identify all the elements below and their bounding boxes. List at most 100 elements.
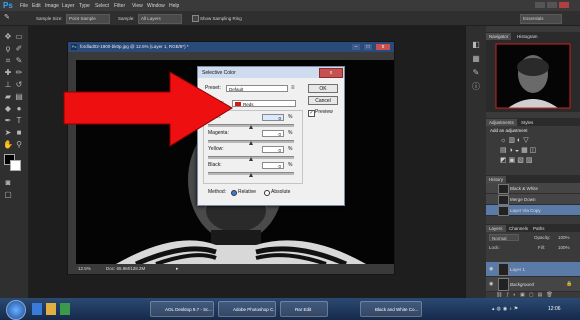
hand-tool-icon[interactable]: ✋	[3, 140, 13, 150]
yellow-input[interactable]: 0	[262, 146, 284, 153]
menu-filter[interactable]: Filter	[114, 2, 125, 10]
visibility-eye-icon[interactable]: ◉	[489, 266, 493, 272]
status-menu-arrow-icon[interactable]: ▸	[176, 266, 179, 272]
tab-adjustments[interactable]: Adjustments	[486, 119, 517, 126]
taskbar-item-photoshop[interactable]: Adobe Photoshop C...	[218, 301, 276, 317]
cyan-input[interactable]: 0	[262, 114, 284, 121]
adjustment-icons-grid[interactable]: ☼▥◐▽ ▤◑◒▦◫ ◩▣▧▨	[500, 136, 570, 170]
gradient-tool-icon[interactable]: ▤	[14, 92, 24, 102]
move-tool-icon[interactable]: ✥	[3, 32, 13, 42]
preset-select[interactable]: Default	[226, 85, 288, 92]
preview-checkbox[interactable]: ✓	[308, 110, 315, 117]
pen-tool-icon[interactable]: ✒	[3, 116, 13, 126]
menu-view[interactable]: View	[132, 2, 143, 10]
info-panel-icon[interactable]: ⓘ	[471, 82, 481, 92]
document-title-bar[interactable]: Ps fordlad02-1900-bk0p.jpg @ 12.5% (Laye…	[68, 42, 394, 52]
eyedropper-tool-icon[interactable]: ✎	[14, 56, 24, 66]
dodge-tool-icon[interactable]: ●	[14, 104, 24, 114]
history-brush-icon[interactable]: ↺	[14, 80, 24, 90]
dialog-close-button[interactable]: x	[319, 68, 343, 78]
method-relative-radio[interactable]	[231, 190, 237, 196]
lasso-tool-icon[interactable]: ϙ	[3, 44, 13, 54]
history-item[interactable]: Black & White	[486, 183, 580, 194]
menu-help[interactable]: Help	[169, 2, 179, 10]
cyan-slider-thumb[interactable]	[249, 125, 253, 129]
blur-tool-icon[interactable]: ◆	[3, 104, 13, 114]
tab-layers[interactable]: Layers	[486, 225, 506, 232]
visibility-eye-icon[interactable]: ◉	[489, 281, 493, 287]
fill-value[interactable]: 100%	[558, 245, 570, 251]
swatches-panel-icon[interactable]: ▦	[471, 54, 481, 64]
show-ring-checkbox[interactable]	[192, 15, 199, 22]
doc-minimize-button[interactable]: –	[352, 44, 360, 50]
crop-tool-icon[interactable]: ⌗	[3, 56, 13, 66]
history-item[interactable]: Merge Down	[486, 194, 580, 205]
close-button[interactable]	[559, 2, 569, 8]
history-item[interactable]: Layer Via Copy	[486, 205, 580, 216]
quick-mask-icon[interactable]: ◙	[3, 178, 13, 188]
black-slider-thumb[interactable]	[249, 173, 253, 177]
shape-tool-icon[interactable]: ■	[14, 128, 24, 138]
clock[interactable]: 12:06	[548, 305, 561, 313]
doc-maximize-button[interactable]: □	[364, 44, 372, 50]
method-absolute-radio[interactable]	[264, 190, 270, 196]
menu-window[interactable]: Window	[147, 2, 165, 10]
tab-navigator[interactable]: Navigator	[486, 33, 512, 40]
magenta-slider-thumb[interactable]	[249, 141, 253, 145]
start-button[interactable]	[6, 300, 26, 320]
screen-mode-icon[interactable]: ▢	[3, 190, 13, 200]
layer-row[interactable]: ◉ Background 🔒	[486, 277, 580, 292]
yellow-slider-thumb[interactable]	[249, 157, 253, 161]
color-panel-icon[interactable]: ◧	[471, 40, 481, 50]
tab-styles[interactable]: Styles	[518, 119, 536, 126]
healing-tool-icon[interactable]: ✚	[3, 68, 13, 78]
workspace-select[interactable]: Essentials	[520, 14, 562, 24]
doc-close-button[interactable]: x	[376, 44, 390, 50]
zoom-level[interactable]: 12.5%	[78, 266, 91, 272]
menu-image[interactable]: Image	[45, 2, 59, 10]
marquee-tool-icon[interactable]: ▭	[14, 32, 24, 42]
media-taskbar-icon[interactable]	[60, 303, 70, 315]
menu-layer[interactable]: Layer	[62, 2, 75, 10]
tab-channels[interactable]: Channels	[506, 225, 531, 232]
menu-edit[interactable]: Edit	[32, 2, 41, 10]
blend-mode-select[interactable]: Normal	[489, 234, 519, 241]
black-input[interactable]: 0	[262, 162, 284, 169]
method-label: Method:	[208, 189, 227, 195]
taskbar-item-rar[interactable]: Rar Edit	[280, 301, 328, 317]
brush-panel-icon[interactable]: ✎	[471, 68, 481, 78]
preset-options-icon[interactable]: ≡	[291, 85, 299, 92]
zoom-tool-icon[interactable]: ⚲	[14, 140, 24, 150]
stamp-tool-icon[interactable]: ⊥	[3, 80, 13, 90]
explorer-taskbar-icon[interactable]	[46, 303, 56, 315]
minimize-button[interactable]	[535, 2, 545, 8]
menu-type[interactable]: Type	[79, 2, 90, 10]
path-select-tool-icon[interactable]: ➤	[3, 128, 13, 138]
tab-histogram[interactable]: Histogram	[514, 33, 541, 40]
type-tool-icon[interactable]: T	[14, 116, 24, 126]
sample-size-select[interactable]: Point Sample	[66, 14, 110, 24]
cancel-button[interactable]: Cancel	[308, 96, 338, 105]
menu-select[interactable]: Select	[95, 2, 109, 10]
eyedropper-icon[interactable]: ✎	[4, 14, 18, 22]
maximize-button[interactable]	[547, 2, 557, 8]
taskbar-item-blackwhite[interactable]: Black and White Co...	[360, 301, 422, 317]
colors-select[interactable]: Reds	[232, 100, 296, 107]
taskbar-item-aol[interactable]: AOL Desktop 9.7 - Sc...	[150, 301, 214, 317]
ie-taskbar-icon[interactable]	[32, 303, 42, 315]
sample-select[interactable]: All Layers	[138, 14, 182, 24]
layer-row[interactable]: ◉ Layer 1	[486, 262, 580, 277]
system-tray-icons[interactable]: ▴◍◉♪⚑	[492, 305, 542, 313]
menu-file[interactable]: File	[20, 2, 28, 10]
eraser-tool-icon[interactable]: ▰	[3, 92, 13, 102]
brush-tool-icon[interactable]: ✏	[14, 68, 24, 78]
tab-history[interactable]: History	[486, 176, 507, 183]
opacity-label: Opacity:	[534, 235, 551, 240]
magenta-input[interactable]: 0	[262, 130, 284, 137]
ok-button[interactable]: OK	[308, 84, 338, 93]
tab-paths[interactable]: Paths	[530, 225, 548, 232]
opacity-value[interactable]: 100%	[558, 235, 570, 241]
background-color-swatch[interactable]	[10, 160, 21, 171]
quick-select-tool-icon[interactable]: ✐	[14, 44, 24, 54]
navigator-preview[interactable]	[486, 40, 580, 112]
